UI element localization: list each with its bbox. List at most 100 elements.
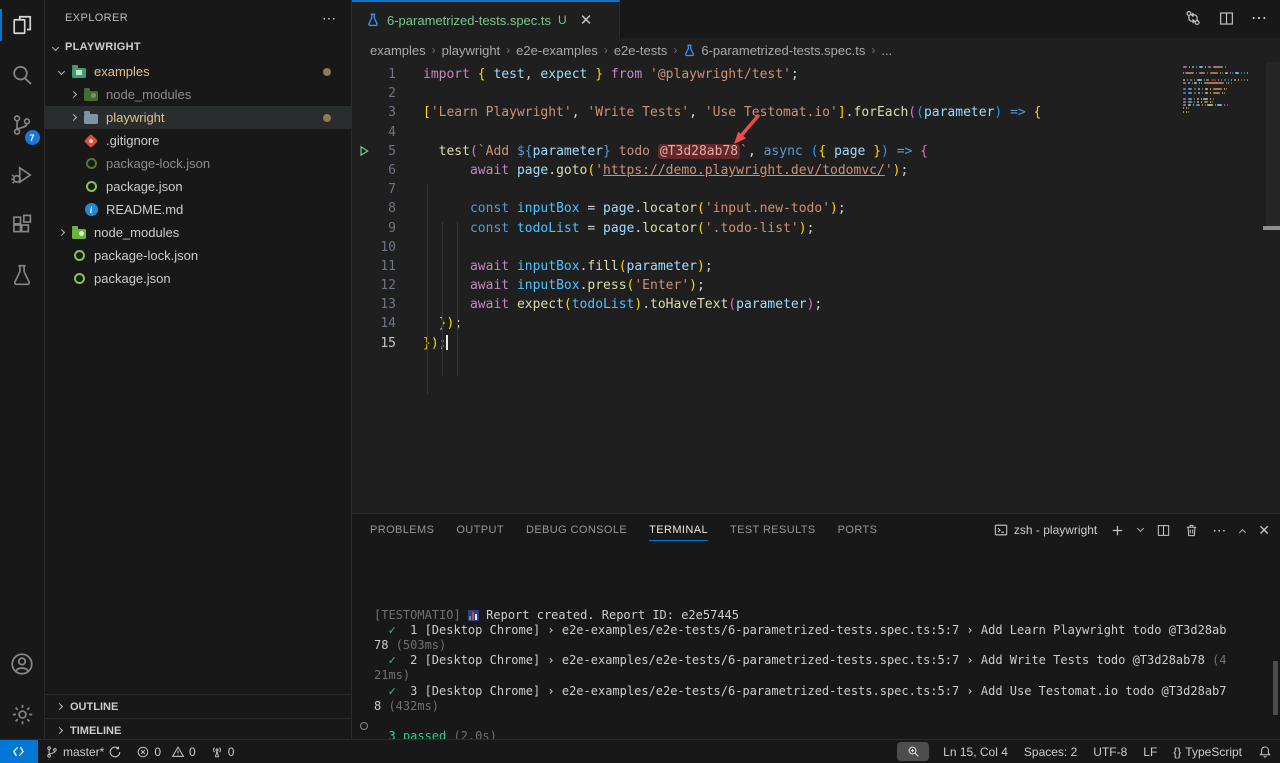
new-terminal-icon[interactable] xyxy=(1110,523,1125,538)
code-line-8[interactable]: 8 const inputBox = page.locator('input.n… xyxy=(352,199,1280,218)
open-changes-icon[interactable] xyxy=(1184,9,1202,27)
json-file-icon xyxy=(74,250,85,261)
language-mode[interactable]: {} TypeScript xyxy=(1165,740,1250,763)
scm-badge: 7 xyxy=(25,130,40,145)
breadcrumb-item[interactable]: e2e-tests xyxy=(614,43,667,58)
line-number: 6 xyxy=(352,161,398,180)
testing-icon[interactable] xyxy=(0,250,45,300)
run-test-icon[interactable] xyxy=(358,145,370,157)
vscode-window: 7 EXPLORER xyxy=(0,0,1280,763)
panel-more-icon[interactable]: ⋯ xyxy=(1212,522,1227,539)
tree-item-package-json[interactable]: package.json xyxy=(45,175,351,198)
encoding[interactable]: UTF-8 xyxy=(1085,740,1135,763)
breadcrumb-item[interactable]: e2e-examples xyxy=(516,43,598,58)
tree-item-package-lock-json[interactable]: package-lock.json xyxy=(45,152,351,175)
extensions-icon[interactable] xyxy=(0,200,45,250)
editor-scrollbar[interactable] xyxy=(1266,62,1280,229)
panel-tabs: PROBLEMS OUTPUT DEBUG CONSOLE TERMINAL TEST … xyxy=(370,514,994,546)
breadcrumb-item[interactable]: examples xyxy=(370,43,426,58)
editor-more-icon[interactable]: ⋯ xyxy=(1251,8,1268,28)
scrollbar-handle[interactable] xyxy=(1263,226,1280,230)
zoom-indicator[interactable] xyxy=(897,742,929,761)
tree-item--gitignore[interactable]: .gitignore xyxy=(45,129,351,152)
maximize-panel-icon[interactable] xyxy=(1239,528,1246,535)
tree-item-node-modules[interactable]: node_modules xyxy=(45,221,351,244)
code-line-6[interactable]: 6 await page.goto('https://demo.playwrig… xyxy=(352,161,1280,180)
panel-tab-ports[interactable]: PORTS xyxy=(838,514,878,546)
tree-item-package-json[interactable]: package.json xyxy=(45,267,351,290)
code-line-2[interactable]: 2 xyxy=(352,84,1280,103)
split-editor-icon[interactable] xyxy=(1218,10,1235,27)
terminal-scrollbar[interactable] xyxy=(1273,661,1278,715)
split-terminal-icon[interactable] xyxy=(1156,523,1171,538)
modified-dot xyxy=(323,114,331,122)
radio-tower-icon xyxy=(210,745,224,759)
panel-tab-test-results[interactable]: TEST RESULTS xyxy=(730,514,816,546)
terminal-line: 21ms) xyxy=(374,668,1280,683)
settings-gear-icon[interactable] xyxy=(0,689,45,739)
cursor-position[interactable]: Ln 15, Col 4 xyxy=(935,740,1016,763)
kill-terminal-icon[interactable] xyxy=(1184,523,1199,538)
sidebar-title: EXPLORER xyxy=(65,12,128,24)
code-line-4[interactable]: 4 xyxy=(352,123,1280,142)
terminal-line: 3 passed (2.0s) xyxy=(374,729,1280,739)
indentation[interactable]: Spaces: 2 xyxy=(1016,740,1085,763)
code-line-9[interactable]: 9 const todoList = page.locator('.todo-l… xyxy=(352,219,1280,238)
code-line-11[interactable]: 11 await inputBox.fill(parameter); xyxy=(352,257,1280,276)
tree-item-readme-md[interactable]: iREADME.md xyxy=(45,198,351,221)
tree-item-package-lock-json[interactable]: package-lock.json xyxy=(45,244,351,267)
terminal-line: ✓ 1 [Desktop Chrome] › e2e-examples/e2e-… xyxy=(374,623,1280,638)
account-icon[interactable] xyxy=(0,639,45,689)
breadcrumb-separator-icon: › xyxy=(604,43,608,57)
tree-item-examples[interactable]: examples xyxy=(45,60,351,83)
workspace-section-header[interactable]: PLAYWRIGHT xyxy=(45,36,351,58)
line-number: 8 xyxy=(352,199,398,218)
code-line-1[interactable]: 1import { test, expect } from '@playwrig… xyxy=(352,65,1280,84)
outline-section[interactable]: OUTLINE xyxy=(45,694,351,718)
panel-tab-problems[interactable]: PROBLEMS xyxy=(370,514,434,546)
close-panel-icon[interactable]: ✕ xyxy=(1258,522,1270,539)
branch-icon xyxy=(45,745,59,759)
code-line-13[interactable]: 13 await expect(todoList).toHaveText(par… xyxy=(352,295,1280,314)
folder-icon xyxy=(72,68,86,78)
code-editor[interactable]: 1import { test, expect } from '@playwrig… xyxy=(352,62,1280,513)
code-line-15[interactable]: 15}); xyxy=(352,334,1280,353)
search-icon[interactable] xyxy=(0,50,45,100)
terminal-dropdown-icon[interactable] xyxy=(1137,525,1144,532)
eol[interactable]: LF xyxy=(1135,740,1165,763)
terminal-instance[interactable]: zsh - playwright xyxy=(994,523,1097,537)
panel-tab-terminal[interactable]: TERMINAL xyxy=(649,514,708,546)
code-line-5[interactable]: 5 test(`Add ${parameter} todo @T3d28ab78… xyxy=(352,142,1280,161)
code-line-14[interactable]: 14 }); xyxy=(352,314,1280,333)
folder-icon xyxy=(84,114,98,124)
ports-indicator[interactable]: 0 xyxy=(203,740,242,763)
explorer-icon[interactable] xyxy=(0,0,45,50)
notifications[interactable] xyxy=(1250,740,1280,763)
problems-indicator[interactable]: 0 0 xyxy=(129,740,202,763)
tab-close-icon[interactable]: ✕ xyxy=(580,11,593,29)
code-line-12[interactable]: 12 await inputBox.press('Enter'); xyxy=(352,276,1280,295)
remote-indicator[interactable] xyxy=(0,740,38,763)
command-decoration-icon[interactable] xyxy=(360,722,368,730)
tab-spec-file[interactable]: 6-parametrized-tests.spec.ts U ✕ xyxy=(352,0,620,38)
terminal-output[interactable]: [TESTOMATIO] Report created. Report ID: … xyxy=(352,546,1280,739)
minimap[interactable] xyxy=(1183,66,1247,114)
code-line-10[interactable]: 10 xyxy=(352,238,1280,257)
breadcrumb-item[interactable]: 6-parametrized-tests.spec.ts xyxy=(683,43,865,58)
modified-dot xyxy=(323,68,331,76)
branch-indicator[interactable]: master* xyxy=(38,740,129,763)
chevron-right-icon xyxy=(57,229,64,236)
tree-item-node-modules[interactable]: node_modules xyxy=(45,83,351,106)
panel-tab-debug-console[interactable]: DEBUG CONSOLE xyxy=(526,514,627,546)
code-line-3[interactable]: 3['Learn Playwright', 'Write Tests', 'Us… xyxy=(352,103,1280,122)
bottom-panel: PROBLEMS OUTPUT DEBUG CONSOLE TERMINAL TEST … xyxy=(352,513,1280,739)
panel-tab-output[interactable]: OUTPUT xyxy=(456,514,504,546)
info-file-icon: i xyxy=(85,203,98,216)
source-control-icon[interactable]: 7 xyxy=(0,100,45,150)
run-debug-icon[interactable] xyxy=(0,150,45,200)
tree-item-playwright[interactable]: playwright xyxy=(45,106,351,129)
sidebar-more-icon[interactable]: ⋯ xyxy=(322,10,337,27)
breadcrumb-item[interactable]: ... xyxy=(881,43,892,58)
code-line-7[interactable]: 7 xyxy=(352,180,1280,199)
breadcrumb-item[interactable]: playwright xyxy=(442,43,501,58)
